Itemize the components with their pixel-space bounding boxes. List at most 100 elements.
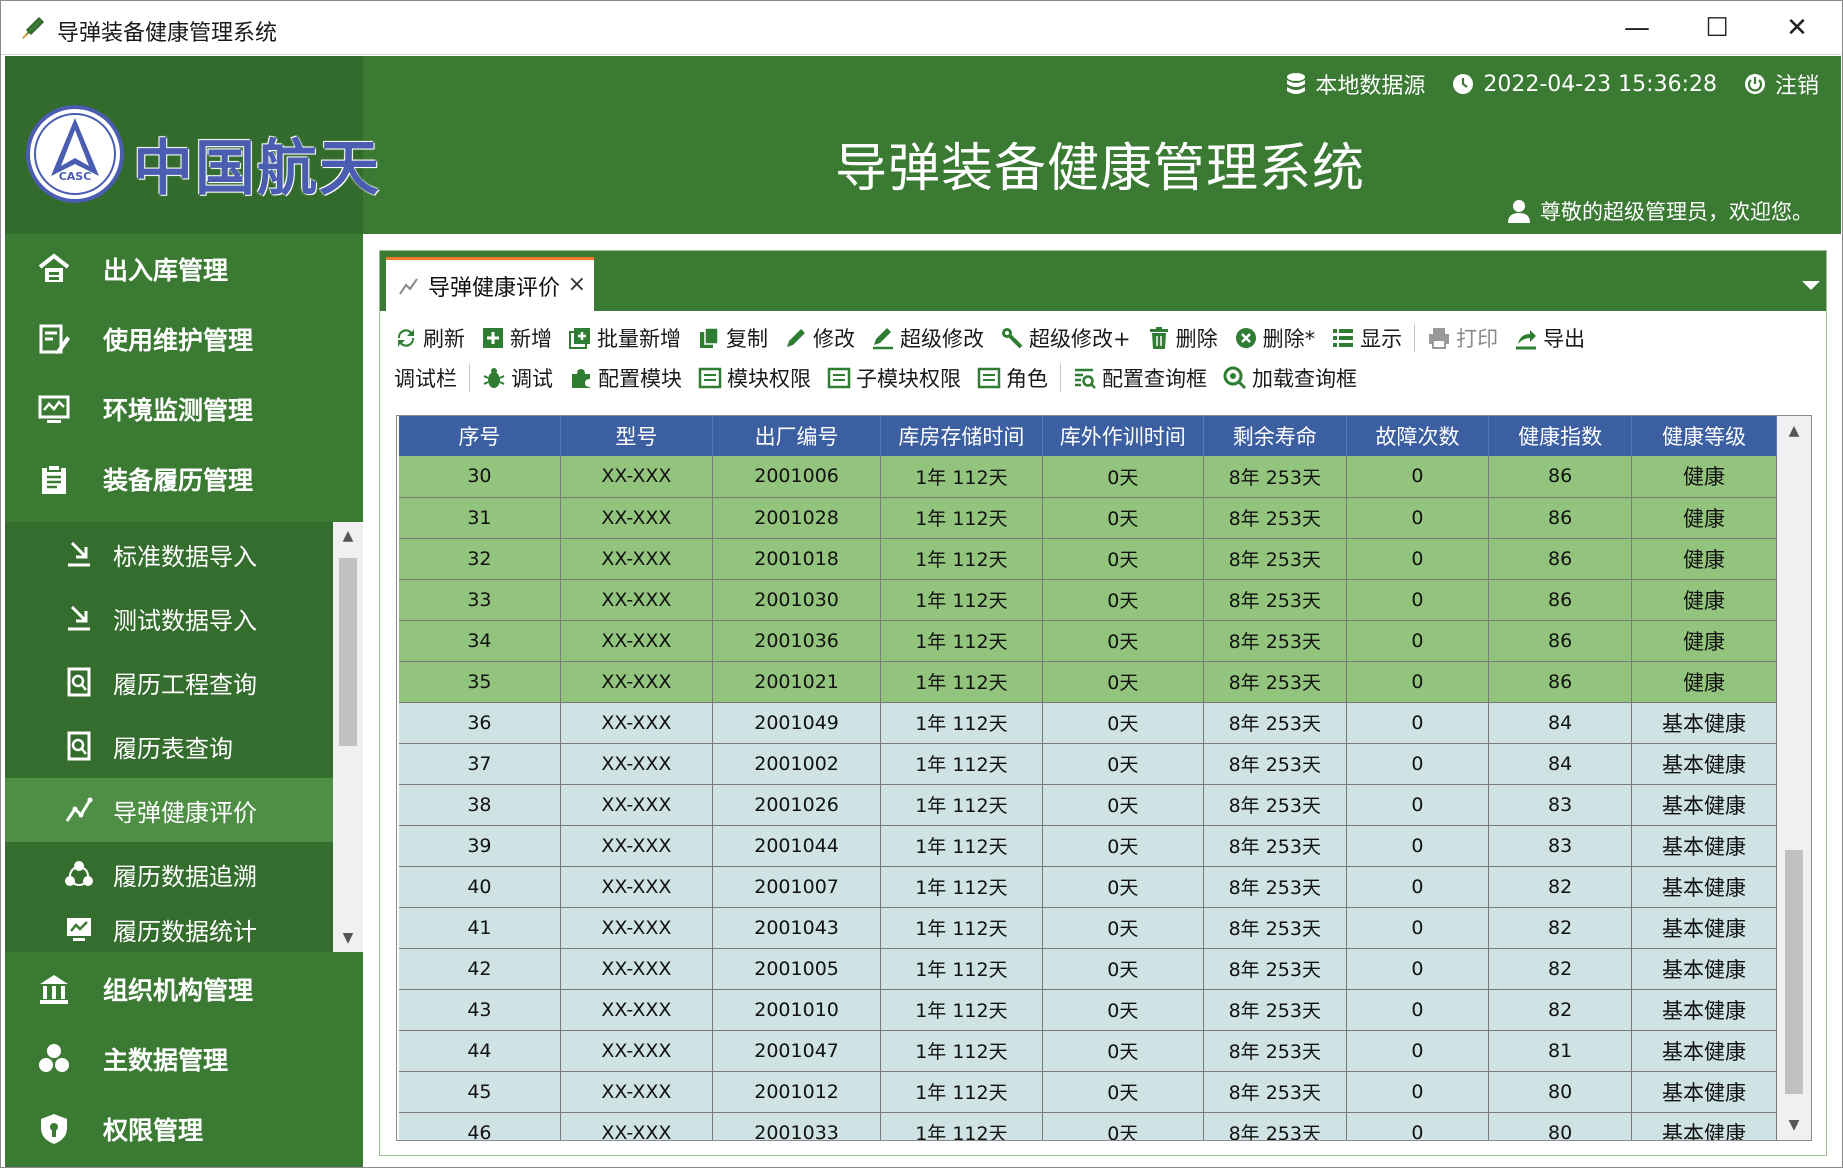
nav-item-masterdata[interactable]: 主数据管理: [5, 1024, 363, 1094]
cell-model[interactable]: XX-XXX: [560, 1071, 713, 1113]
cell-remaining-life[interactable]: 8年 253天: [1203, 1030, 1347, 1072]
cell-health-level[interactable]: 基本健康: [1631, 1071, 1778, 1113]
cell-model[interactable]: XX-XXX: [560, 866, 713, 908]
cell-model[interactable]: XX-XXX: [560, 456, 713, 498]
table-row[interactable]: 33 XX-XXX 2001030 1年 112天 0天 8年 253天 0 86 健康: [399, 579, 1778, 621]
cell-remaining-life[interactable]: 8年 253天: [1203, 538, 1347, 580]
cell-remaining-life[interactable]: 8年 253天: [1203, 1071, 1347, 1113]
cell-training-time[interactable]: 0天: [1042, 907, 1204, 949]
cell-training-time[interactable]: 0天: [1042, 1071, 1204, 1113]
cell-index[interactable]: 44: [399, 1030, 561, 1072]
cell-index[interactable]: 46: [399, 1112, 561, 1140]
cell-health-index[interactable]: 86: [1488, 497, 1632, 539]
config-module-button[interactable]: 配置模块: [569, 363, 682, 393]
cell-remaining-life[interactable]: 8年 253天: [1203, 948, 1347, 990]
cell-remaining-life[interactable]: 8年 253天: [1203, 743, 1347, 785]
cell-model[interactable]: XX-XXX: [560, 907, 713, 949]
cell-health-level[interactable]: 健康: [1631, 579, 1778, 621]
submenu-scrollbar[interactable]: ▲ ▼: [333, 522, 363, 952]
cell-serial[interactable]: 2001036: [712, 620, 882, 662]
cell-training-time[interactable]: 0天: [1042, 1030, 1204, 1072]
col-header-model[interactable]: 型号: [560, 416, 713, 456]
cell-storage-time[interactable]: 1年 112天: [880, 620, 1043, 662]
cell-fault-count[interactable]: 0: [1346, 497, 1490, 539]
cell-training-time[interactable]: 0天: [1042, 579, 1204, 621]
cell-training-time[interactable]: 0天: [1042, 743, 1204, 785]
table-row[interactable]: 42 XX-XXX 2001005 1年 112天 0天 8年 253天 0 82 基本健康: [399, 948, 1778, 990]
refresh-button[interactable]: 刷新: [394, 323, 465, 353]
cell-health-level[interactable]: 基本健康: [1631, 1112, 1778, 1140]
cell-health-index[interactable]: 82: [1488, 989, 1632, 1031]
cell-storage-time[interactable]: 1年 112天: [880, 948, 1043, 990]
minimize-button[interactable]: —: [1597, 1, 1677, 55]
cell-storage-time[interactable]: 1年 112天: [880, 538, 1043, 580]
cell-fault-count[interactable]: 0: [1346, 1071, 1490, 1113]
sub-item-standard-import[interactable]: 标准数据导入: [5, 522, 333, 586]
cell-storage-time[interactable]: 1年 112天: [880, 907, 1043, 949]
tab-dropdown-icon[interactable]: [1802, 281, 1820, 290]
cell-model[interactable]: XX-XXX: [560, 579, 713, 621]
cell-model[interactable]: XX-XXX: [560, 784, 713, 826]
cell-remaining-life[interactable]: 8年 253天: [1203, 825, 1347, 867]
cell-index[interactable]: 45: [399, 1071, 561, 1113]
cell-serial[interactable]: 2001005: [712, 948, 882, 990]
cell-remaining-life[interactable]: 8年 253天: [1203, 497, 1347, 539]
nav-item-inout[interactable]: 出入库管理: [5, 234, 363, 304]
cell-model[interactable]: XX-XXX: [560, 620, 713, 662]
cell-storage-time[interactable]: 1年 112天: [880, 784, 1043, 826]
cell-remaining-life[interactable]: 8年 253天: [1203, 702, 1347, 744]
add-button[interactable]: 新增: [481, 323, 552, 353]
col-header-remaining-life[interactable]: 剩余寿命: [1203, 416, 1347, 456]
cell-index[interactable]: 41: [399, 907, 561, 949]
cell-serial[interactable]: 2001018: [712, 538, 882, 580]
cell-index[interactable]: 32: [399, 538, 561, 580]
cell-health-level[interactable]: 健康: [1631, 661, 1778, 703]
cell-serial[interactable]: 2001049: [712, 702, 882, 744]
cell-serial[interactable]: 2001012: [712, 1071, 882, 1113]
cell-health-index[interactable]: 86: [1488, 620, 1632, 662]
cell-fault-count[interactable]: 0: [1346, 702, 1490, 744]
table-row[interactable]: 35 XX-XXX 2001021 1年 112天 0天 8年 253天 0 86 健康: [399, 661, 1778, 703]
cell-health-index[interactable]: 83: [1488, 784, 1632, 826]
submodule-permission-button[interactable]: 子模块权限: [827, 363, 961, 393]
table-row[interactable]: 38 XX-XXX 2001026 1年 112天 0天 8年 253天 0 83 基本健康: [399, 784, 1778, 826]
cell-storage-time[interactable]: 1年 112天: [880, 1071, 1043, 1113]
col-header-health-index[interactable]: 健康指数: [1488, 416, 1632, 456]
cell-model[interactable]: XX-XXX: [560, 497, 713, 539]
config-query-button[interactable]: 配置查询框: [1073, 363, 1207, 393]
cell-health-index[interactable]: 86: [1488, 456, 1632, 498]
cell-remaining-life[interactable]: 8年 253天: [1203, 620, 1347, 662]
cell-serial[interactable]: 2001002: [712, 743, 882, 785]
scroll-up-icon[interactable]: ▲: [333, 522, 363, 550]
cell-index[interactable]: 43: [399, 989, 561, 1031]
cell-fault-count[interactable]: 0: [1346, 743, 1490, 785]
cell-storage-time[interactable]: 1年 112天: [880, 497, 1043, 539]
copy-button[interactable]: 复制: [697, 323, 768, 353]
cell-health-index[interactable]: 81: [1488, 1030, 1632, 1072]
cell-fault-count[interactable]: 0: [1346, 579, 1490, 621]
scroll-down-icon[interactable]: ▼: [333, 924, 363, 952]
cell-storage-time[interactable]: 1年 112天: [880, 866, 1043, 908]
cell-index[interactable]: 33: [399, 579, 561, 621]
super-edit-button[interactable]: 超级修改: [871, 323, 984, 353]
cell-model[interactable]: XX-XXX: [560, 661, 713, 703]
cell-serial[interactable]: 2001007: [712, 866, 882, 908]
cell-storage-time[interactable]: 1年 112天: [880, 743, 1043, 785]
cell-health-index[interactable]: 86: [1488, 538, 1632, 580]
cell-training-time[interactable]: 0天: [1042, 456, 1204, 498]
cell-storage-time[interactable]: 1年 112天: [880, 1030, 1043, 1072]
cell-remaining-life[interactable]: 8年 253天: [1203, 661, 1347, 703]
close-button[interactable]: ✕: [1757, 1, 1837, 55]
cell-index[interactable]: 34: [399, 620, 561, 662]
cell-training-time[interactable]: 0天: [1042, 620, 1204, 662]
cell-index[interactable]: 42: [399, 948, 561, 990]
cell-health-level[interactable]: 健康: [1631, 456, 1778, 498]
sub-item-stats[interactable]: 履历数据统计: [5, 906, 333, 952]
cell-health-index[interactable]: 86: [1488, 579, 1632, 621]
cell-remaining-life[interactable]: 8年 253天: [1203, 456, 1347, 498]
cell-storage-time[interactable]: 1年 112天: [880, 456, 1043, 498]
cell-training-time[interactable]: 0天: [1042, 497, 1204, 539]
cell-fault-count[interactable]: 0: [1346, 538, 1490, 580]
role-button[interactable]: 角色: [977, 363, 1048, 393]
cell-remaining-life[interactable]: 8年 253天: [1203, 866, 1347, 908]
